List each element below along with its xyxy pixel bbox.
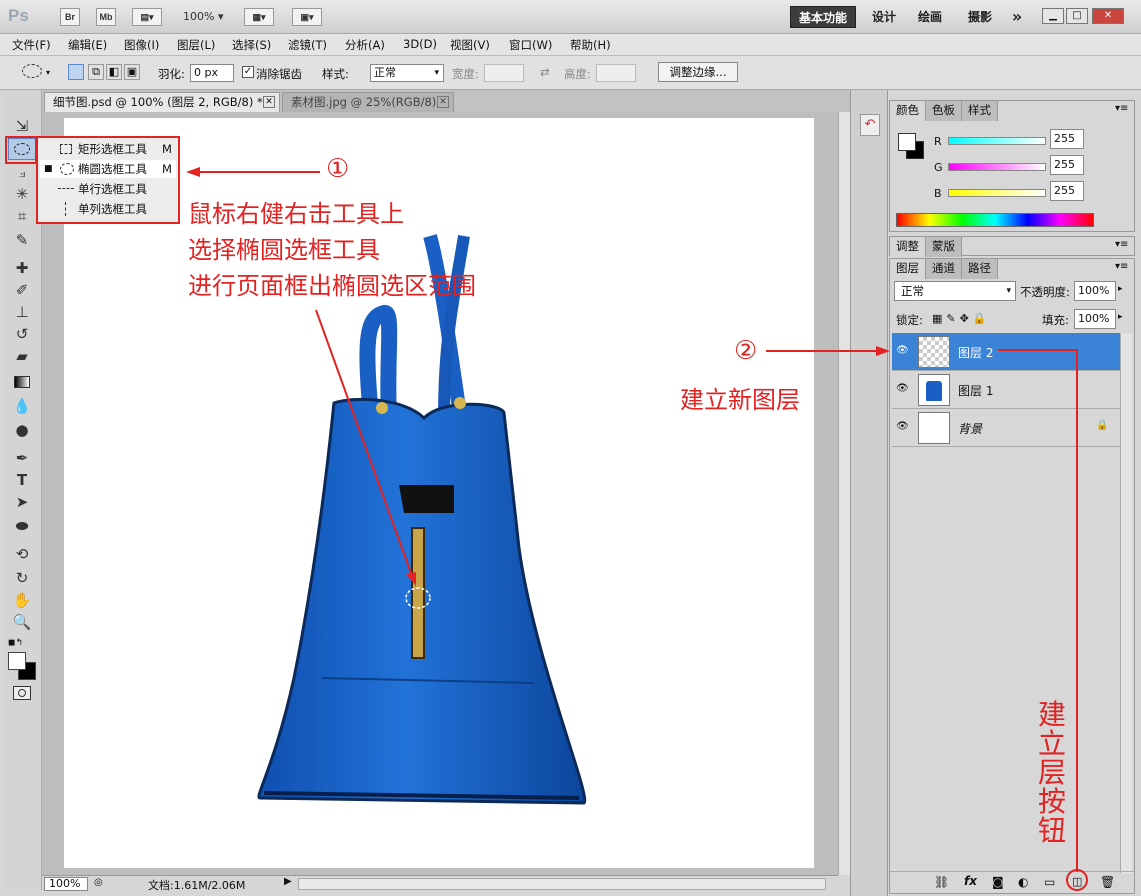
arrow-head [186, 167, 200, 177]
step1-line: 鼠标右健右击工具上 [188, 200, 404, 228]
arrow-head [876, 346, 890, 356]
step1-marker: ① [326, 154, 350, 184]
arrow-head [406, 572, 416, 586]
panel-foreground-swatch[interactable] [898, 133, 916, 151]
note-char: 立 [1038, 727, 1067, 760]
step1-line: 进行页面框出椭圆选区范围 [188, 272, 476, 300]
new-layer-button-note: 建 立 层 按 钮 [1038, 700, 1070, 845]
note-char: 按 [1038, 785, 1067, 818]
new-layer-button-circle [1066, 869, 1088, 891]
step1-instructions: 鼠标右健右击工具上 选择椭圆选框工具 进行页面框出椭圆选区范围 [188, 196, 476, 304]
arrow-to-selection [315, 309, 413, 577]
step1-line: 选择椭圆选框工具 [188, 236, 380, 264]
note-char: 建 [1038, 698, 1067, 731]
note-char: 层 [1038, 756, 1067, 789]
step2-text: 建立新图层 [680, 380, 800, 415]
foreground-color-swatch[interactable] [8, 652, 26, 670]
note-char: 钮 [1038, 814, 1067, 847]
annotation-arrows [186, 167, 1088, 891]
step2-marker: ② [734, 336, 758, 366]
